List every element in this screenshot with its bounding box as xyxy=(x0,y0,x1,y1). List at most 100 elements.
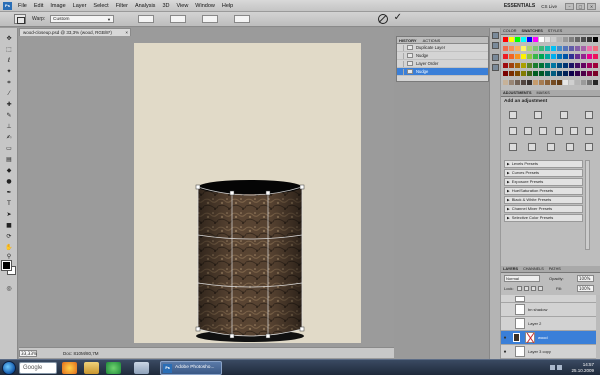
eye-icon[interactable]: ● xyxy=(501,349,509,355)
eye-icon[interactable]: ● xyxy=(501,335,509,341)
color-swatch[interactable] xyxy=(575,54,580,59)
menu-filter[interactable]: Filter xyxy=(116,3,128,10)
color-swatch[interactable] xyxy=(527,45,532,51)
color-swatch[interactable] xyxy=(587,62,592,68)
magic-wand-tool-icon[interactable]: ✦ xyxy=(4,67,14,76)
color-swatch[interactable] xyxy=(539,71,544,76)
fill-field[interactable]: 100% xyxy=(577,285,594,292)
color-swatch[interactable] xyxy=(581,54,586,59)
color-swatch[interactable] xyxy=(509,71,514,76)
tab-color[interactable]: COLOR xyxy=(503,29,517,33)
history-brush-tool-icon[interactable]: ✍ xyxy=(4,133,14,142)
history-item[interactable]: Nudge xyxy=(397,52,488,60)
layer-row-selected[interactable]: ● wood xyxy=(501,331,600,345)
eraser-tool-icon[interactable]: ▭ xyxy=(4,144,14,153)
close-button[interactable]: × xyxy=(587,2,596,10)
color-swatch[interactable] xyxy=(563,79,568,85)
color-swatch[interactable] xyxy=(533,71,538,76)
crop-tool-icon[interactable]: ⌗ xyxy=(4,78,14,87)
color-swatch[interactable] xyxy=(503,37,508,42)
menu-view[interactable]: View xyxy=(176,3,188,10)
color-swatch[interactable] xyxy=(563,71,568,76)
menu-edit[interactable]: Edit xyxy=(34,3,43,10)
color-swatch[interactable] xyxy=(509,45,514,51)
preset-item[interactable]: ▶ Black & White Presets xyxy=(504,196,583,204)
warp-handle[interactable] xyxy=(299,326,305,332)
preset-item[interactable]: ▶ Hue/Saturation Presets xyxy=(504,187,583,195)
hand-tool-icon[interactable]: ✋ xyxy=(4,243,14,252)
color-swatch[interactable] xyxy=(545,45,550,51)
color-swatch[interactable] xyxy=(551,71,556,76)
color-swatch[interactable] xyxy=(533,45,538,51)
history-item-selected[interactable]: Nudge xyxy=(397,68,488,76)
tab-history[interactable]: HISTORY xyxy=(399,38,417,43)
tool-preset-picker[interactable] xyxy=(14,14,26,24)
color-swatch[interactable] xyxy=(569,62,574,68)
color-swatch[interactable] xyxy=(557,54,562,59)
color-swatch[interactable] xyxy=(527,71,532,76)
color-swatch[interactable] xyxy=(569,71,574,76)
color-swatch[interactable] xyxy=(593,54,598,59)
blur-tool-icon[interactable]: ◆ xyxy=(4,166,14,175)
color-swatch[interactable] xyxy=(545,79,550,85)
lasso-tool-icon[interactable]: ℓ xyxy=(4,56,14,65)
zoom-level-field[interactable]: 33,33% xyxy=(19,350,37,357)
lock-pixels-icon[interactable] xyxy=(524,286,529,291)
color-swatch[interactable] xyxy=(587,71,592,76)
warp-handle[interactable] xyxy=(265,333,271,339)
vibrance-icon[interactable] xyxy=(509,127,517,135)
foreground-color-swatch[interactable] xyxy=(1,260,12,271)
clone-stamp-tool-icon[interactable]: ⊥ xyxy=(4,122,14,131)
tab-styles[interactable]: STYLES xyxy=(548,29,563,33)
color-swatch[interactable] xyxy=(557,45,562,51)
3d-rotate-tool-icon[interactable]: ⟳ xyxy=(4,232,14,241)
menu-analysis[interactable]: Analysis xyxy=(135,3,155,10)
document-tab[interactable]: wood-closeup.psd @ 33,3% (wood, RGB/8*) … xyxy=(19,28,131,36)
media-player-icon[interactable] xyxy=(106,362,121,374)
pen-tool-icon[interactable]: ✒ xyxy=(4,188,14,197)
color-swatch[interactable] xyxy=(593,79,598,85)
network-icon[interactable] xyxy=(550,365,555,370)
h-distortion-field[interactable] xyxy=(170,15,186,23)
hue-saturation-icon[interactable] xyxy=(524,127,533,135)
clock-time[interactable]: 14:57 xyxy=(583,362,594,367)
color-swatch[interactable] xyxy=(569,54,574,59)
channel-mixer-icon[interactable] xyxy=(584,127,593,135)
lock-all-icon[interactable] xyxy=(538,286,543,291)
color-swatch[interactable] xyxy=(545,62,550,68)
menu-image[interactable]: Image xyxy=(50,3,65,10)
color-swatch[interactable] xyxy=(515,79,520,85)
color-swatch[interactable] xyxy=(509,54,514,59)
extra-field[interactable] xyxy=(234,15,250,23)
close-icon[interactable]: × xyxy=(125,29,128,36)
lock-transparency-icon[interactable] xyxy=(517,286,522,291)
color-swatch[interactable] xyxy=(557,37,562,42)
color-swatch[interactable] xyxy=(527,62,532,68)
color-swatch[interactable] xyxy=(587,45,592,51)
path-selection-tool-icon[interactable]: ➤ xyxy=(4,210,14,219)
tab-layers[interactable]: LAYERS xyxy=(503,267,518,271)
color-swatch[interactable] xyxy=(521,37,526,42)
color-swatch[interactable] xyxy=(521,79,526,85)
color-swatch[interactable] xyxy=(575,45,580,51)
color-swatch[interactable] xyxy=(581,37,586,42)
color-balance-icon[interactable] xyxy=(539,127,548,135)
color-swatch[interactable] xyxy=(593,45,598,51)
gradient-map-icon[interactable] xyxy=(566,143,574,151)
chrome-icon[interactable] xyxy=(62,362,77,374)
clone-source-panel-icon[interactable] xyxy=(492,64,499,71)
color-swatch[interactable] xyxy=(587,37,592,42)
menu-file[interactable]: File xyxy=(18,3,27,10)
menu-help[interactable]: Help xyxy=(222,3,233,10)
color-swatch[interactable] xyxy=(533,54,538,59)
photo-filter-icon[interactable] xyxy=(569,127,578,135)
threshold-icon[interactable] xyxy=(547,143,555,151)
warp-style-select[interactable]: Custom ▼ xyxy=(50,15,114,23)
color-swatch[interactable] xyxy=(551,45,556,51)
gradient-tool-icon[interactable]: ▤ xyxy=(4,155,14,164)
commit-transform-icon[interactable]: ✓ xyxy=(394,12,402,24)
preset-item[interactable]: ▶ Curves Presets xyxy=(504,169,583,177)
folder-icon[interactable] xyxy=(84,362,99,374)
color-swatch[interactable] xyxy=(557,62,562,68)
color-swatch[interactable] xyxy=(581,62,586,68)
